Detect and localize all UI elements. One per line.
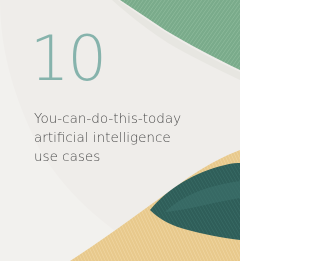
cover-subtitle-line: use cases (34, 149, 101, 165)
cover-subtitle: You-can-do-this-today artificial intelli… (34, 110, 204, 167)
cover-subtitle-line: artificial intelligence (34, 130, 171, 146)
cover-number: 10 (30, 22, 107, 95)
green-band-shape (120, 0, 240, 70)
cover-subtitle-line: You-can-do-this-today (34, 111, 182, 127)
report-cover: 10 You-can-do-this-today artificial inte… (0, 0, 240, 261)
